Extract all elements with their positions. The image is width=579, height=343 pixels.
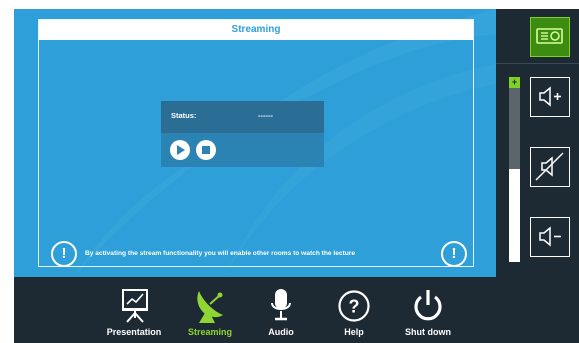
microphone-icon [271,289,291,321]
info-text: By activating the stream functionality y… [85,250,356,257]
nav-label: Presentation [106,327,162,337]
nav-streaming[interactable]: Streaming [179,277,241,343]
nav-presentation[interactable]: Presentation [96,277,172,343]
main-area: Streaming Status: ------ ! By activating… [14,9,496,277]
power-icon [414,290,442,321]
satellite-dish-icon [197,291,223,323]
volume-up-button[interactable] [530,77,570,117]
status-row: Status: ------ [161,101,324,133]
volume-up-icon [539,86,561,107]
status-label: Status: [171,111,197,120]
volume-plus-marker: + [509,77,520,88]
info-icon: ! [441,241,467,267]
nav-label: Audio [268,327,294,337]
volume-slider[interactable]: + [509,77,520,262]
right-sidebar: + [496,9,579,277]
play-button[interactable] [170,140,190,160]
presentation-icon [122,289,148,323]
nav-label: Help [344,327,364,337]
streaming-panel: Streaming Status: ------ ! By activating… [38,19,474,267]
volume-down-button[interactable] [530,217,570,257]
help-icon: ? [338,290,370,322]
nav-audio[interactable]: Audio [259,277,303,343]
stop-button[interactable] [196,140,216,160]
app-window: Streaming Status: ------ ! By activating… [14,9,579,343]
projector-icon [536,28,563,44]
status-box: Status: ------ [161,101,324,167]
info-icon: ! [51,241,77,267]
projector-button[interactable] [530,17,570,57]
panel-title: Streaming [39,20,473,40]
nav-shutdown[interactable]: Shut down [398,277,458,343]
nav-label: Streaming [187,327,232,337]
volume-fill [509,169,520,262]
bottom-nav-bar: Presentation Streaming Audio ? Help Shut… [14,277,579,343]
mute-button[interactable] [530,147,570,187]
status-value: ------ [258,111,273,120]
mute-icon [535,152,564,181]
svg-text:?: ? [349,297,360,317]
sidebar-divider [496,63,579,64]
nav-help[interactable]: ? Help [332,277,376,343]
nav-label: Shut down [405,327,451,337]
volume-down-icon [539,226,561,247]
